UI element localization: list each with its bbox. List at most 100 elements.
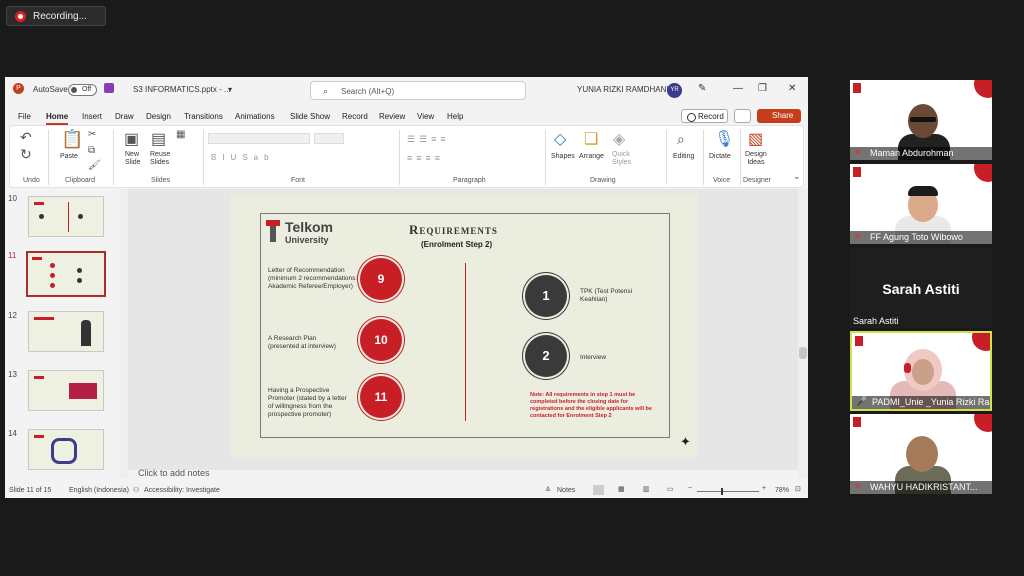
- thumbnail-scrollbar[interactable]: [120, 189, 128, 479]
- tab-file[interactable]: File: [18, 112, 31, 121]
- slideshow-icon[interactable]: ▭: [667, 485, 674, 493]
- notes-icon[interactable]: ≙: [545, 486, 551, 494]
- slide-counter: Slide 11 of 15: [9, 487, 52, 494]
- shapes-icon[interactable]: ◇: [554, 129, 566, 149]
- normal-view-icon[interactable]: [593, 485, 604, 495]
- requirement-1-circle: 1: [525, 275, 567, 317]
- layout-icon[interactable]: ▦: [176, 129, 185, 140]
- search-box[interactable]: ⌕ Search (Alt+Q): [310, 81, 526, 100]
- design-ideas-icon[interactable]: ▧: [748, 129, 763, 149]
- accessibility-status[interactable]: Accessibility: Investigate: [144, 487, 220, 494]
- zoom-in-icon[interactable]: +: [762, 485, 766, 492]
- zoom-slider[interactable]: [697, 491, 759, 492]
- font-size-box[interactable]: [314, 133, 344, 144]
- tab-transitions[interactable]: Transitions: [184, 112, 223, 121]
- share-button[interactable]: Share: [757, 109, 801, 123]
- shapes-label[interactable]: Shapes: [551, 153, 575, 160]
- redo-icon[interactable]: ↻: [20, 146, 32, 163]
- zoom-slider-thumb[interactable]: [721, 488, 723, 495]
- search-placeholder: Search (Alt+Q): [341, 87, 395, 96]
- chevron-down-icon[interactable]: ▾: [228, 85, 232, 94]
- zoom-level[interactable]: 78%: [775, 487, 789, 494]
- reading-view-icon[interactable]: ▥: [643, 485, 650, 493]
- fit-slide-icon[interactable]: ⊡: [795, 485, 801, 493]
- minimize-icon[interactable]: —: [733, 83, 743, 94]
- divider: [465, 263, 466, 421]
- participant-tile[interactable]: FF Agung Toto Wibowo ✕: [850, 164, 992, 244]
- star-icon: ✦: [680, 434, 691, 449]
- arrange-label[interactable]: Arrange: [579, 153, 604, 160]
- tab-help[interactable]: Help: [447, 112, 463, 121]
- group-voice: Voice: [713, 177, 731, 184]
- slide-scrollbar[interactable]: [798, 189, 808, 479]
- title-bar: P AutoSave Off S3 INFORMATICS.pptx - ...…: [5, 77, 808, 103]
- slide-thumbnail-13[interactable]: [28, 370, 104, 411]
- tab-design[interactable]: Design: [146, 112, 171, 121]
- quick-styles-icon[interactable]: ◈: [613, 129, 625, 149]
- thumb-number: 14: [8, 429, 17, 438]
- reuse-slides-label[interactable]: Reuse Slides: [150, 151, 170, 167]
- tab-slide-show[interactable]: Slide Show: [290, 112, 330, 121]
- group-drawing: Drawing: [590, 177, 616, 184]
- editing-label[interactable]: Editing: [673, 153, 694, 160]
- close-icon[interactable]: ✕: [788, 83, 796, 94]
- participant-tile-active-speaker[interactable]: PADMI_Unie _Yunia Rizki Ra... 🎤: [850, 331, 992, 411]
- cut-icon[interactable]: ✂: [88, 129, 96, 140]
- new-slide-icon[interactable]: ▣: [124, 129, 139, 149]
- muted-mic-icon: ✕: [854, 147, 862, 157]
- tab-insert[interactable]: Insert: [82, 112, 102, 121]
- design-ideas-label[interactable]: Design Ideas: [745, 151, 767, 167]
- requirement-2-circle: 2: [525, 335, 567, 377]
- zoom-out-icon[interactable]: −: [688, 485, 692, 492]
- accessibility-icon[interactable]: ⚇: [133, 486, 139, 494]
- arrange-icon[interactable]: ❏: [584, 129, 598, 149]
- font-name-box[interactable]: [208, 133, 310, 144]
- slide-thumbnail-12[interactable]: [28, 311, 104, 352]
- editing-icon[interactable]: ⌕: [677, 131, 685, 148]
- notes-button[interactable]: Notes: [557, 487, 575, 494]
- pen-icon[interactable]: ✎: [698, 83, 706, 94]
- undo-icon[interactable]: ↶: [20, 129, 32, 146]
- dictate-label[interactable]: Dictate: [709, 153, 731, 160]
- requirement-11-text: Having a Prospective Promoter (stated by…: [268, 387, 347, 418]
- comment-button[interactable]: [734, 109, 751, 123]
- file-name[interactable]: S3 INFORMATICS.pptx - ...: [133, 85, 231, 94]
- tab-view[interactable]: View: [417, 112, 434, 121]
- participant-tile[interactable]: WAHYU HADIKRISTANT... ✕: [850, 414, 992, 494]
- format-painter-icon[interactable]: 🖌: [88, 160, 101, 171]
- tab-review[interactable]: Review: [379, 112, 405, 121]
- slide-thumbnail-11[interactable]: [26, 251, 106, 297]
- record-button[interactable]: Record: [681, 109, 728, 123]
- collapse-ribbon-icon[interactable]: ⌄: [793, 171, 801, 182]
- user-name[interactable]: YUNIA RIZKI RAMDHANI: [577, 85, 669, 94]
- save-icon[interactable]: [104, 83, 114, 93]
- align-buttons[interactable]: ≡≡≡≡: [407, 153, 444, 163]
- participant-tile[interactable]: Sarah Astiti Sarah Astiti: [850, 248, 992, 328]
- tab-home[interactable]: Home: [46, 112, 69, 125]
- slide-sorter-icon[interactable]: ▦: [618, 485, 625, 493]
- slide-thumbnail-10[interactable]: [28, 196, 104, 237]
- tab-animations[interactable]: Animations: [235, 112, 275, 121]
- microphone-icon[interactable]: 🎙: [714, 129, 734, 149]
- tab-draw[interactable]: Draw: [115, 112, 134, 121]
- logo-header: [853, 83, 933, 93]
- paste-label[interactable]: Paste: [60, 153, 78, 160]
- font-format-buttons[interactable]: BIUSab: [211, 153, 275, 162]
- paste-icon[interactable]: 📋: [61, 129, 83, 150]
- maximize-icon[interactable]: ❐: [758, 83, 767, 94]
- reuse-slides-icon[interactable]: ▤: [151, 129, 166, 149]
- recording-indicator[interactable]: Recording...: [6, 6, 106, 26]
- notes-input[interactable]: Click to add notes: [138, 468, 808, 478]
- autosave-toggle[interactable]: Off: [68, 84, 97, 96]
- slide-thumbnail-14[interactable]: [28, 429, 104, 470]
- group-paragraph: Paragraph: [453, 177, 486, 184]
- avatar[interactable]: YR: [667, 83, 682, 98]
- participant-tile[interactable]: Maman Abdurohman ✕: [850, 80, 992, 160]
- copy-icon[interactable]: ⧉: [88, 145, 95, 156]
- quick-styles-label[interactable]: Quick Styles: [612, 151, 631, 167]
- list-buttons[interactable]: ☰☰≡≡: [407, 134, 450, 145]
- powerpoint-icon: P: [13, 83, 24, 94]
- tab-record[interactable]: Record: [342, 112, 368, 121]
- new-slide-label[interactable]: New Slide: [125, 151, 141, 167]
- language[interactable]: English (Indonesia): [69, 487, 129, 494]
